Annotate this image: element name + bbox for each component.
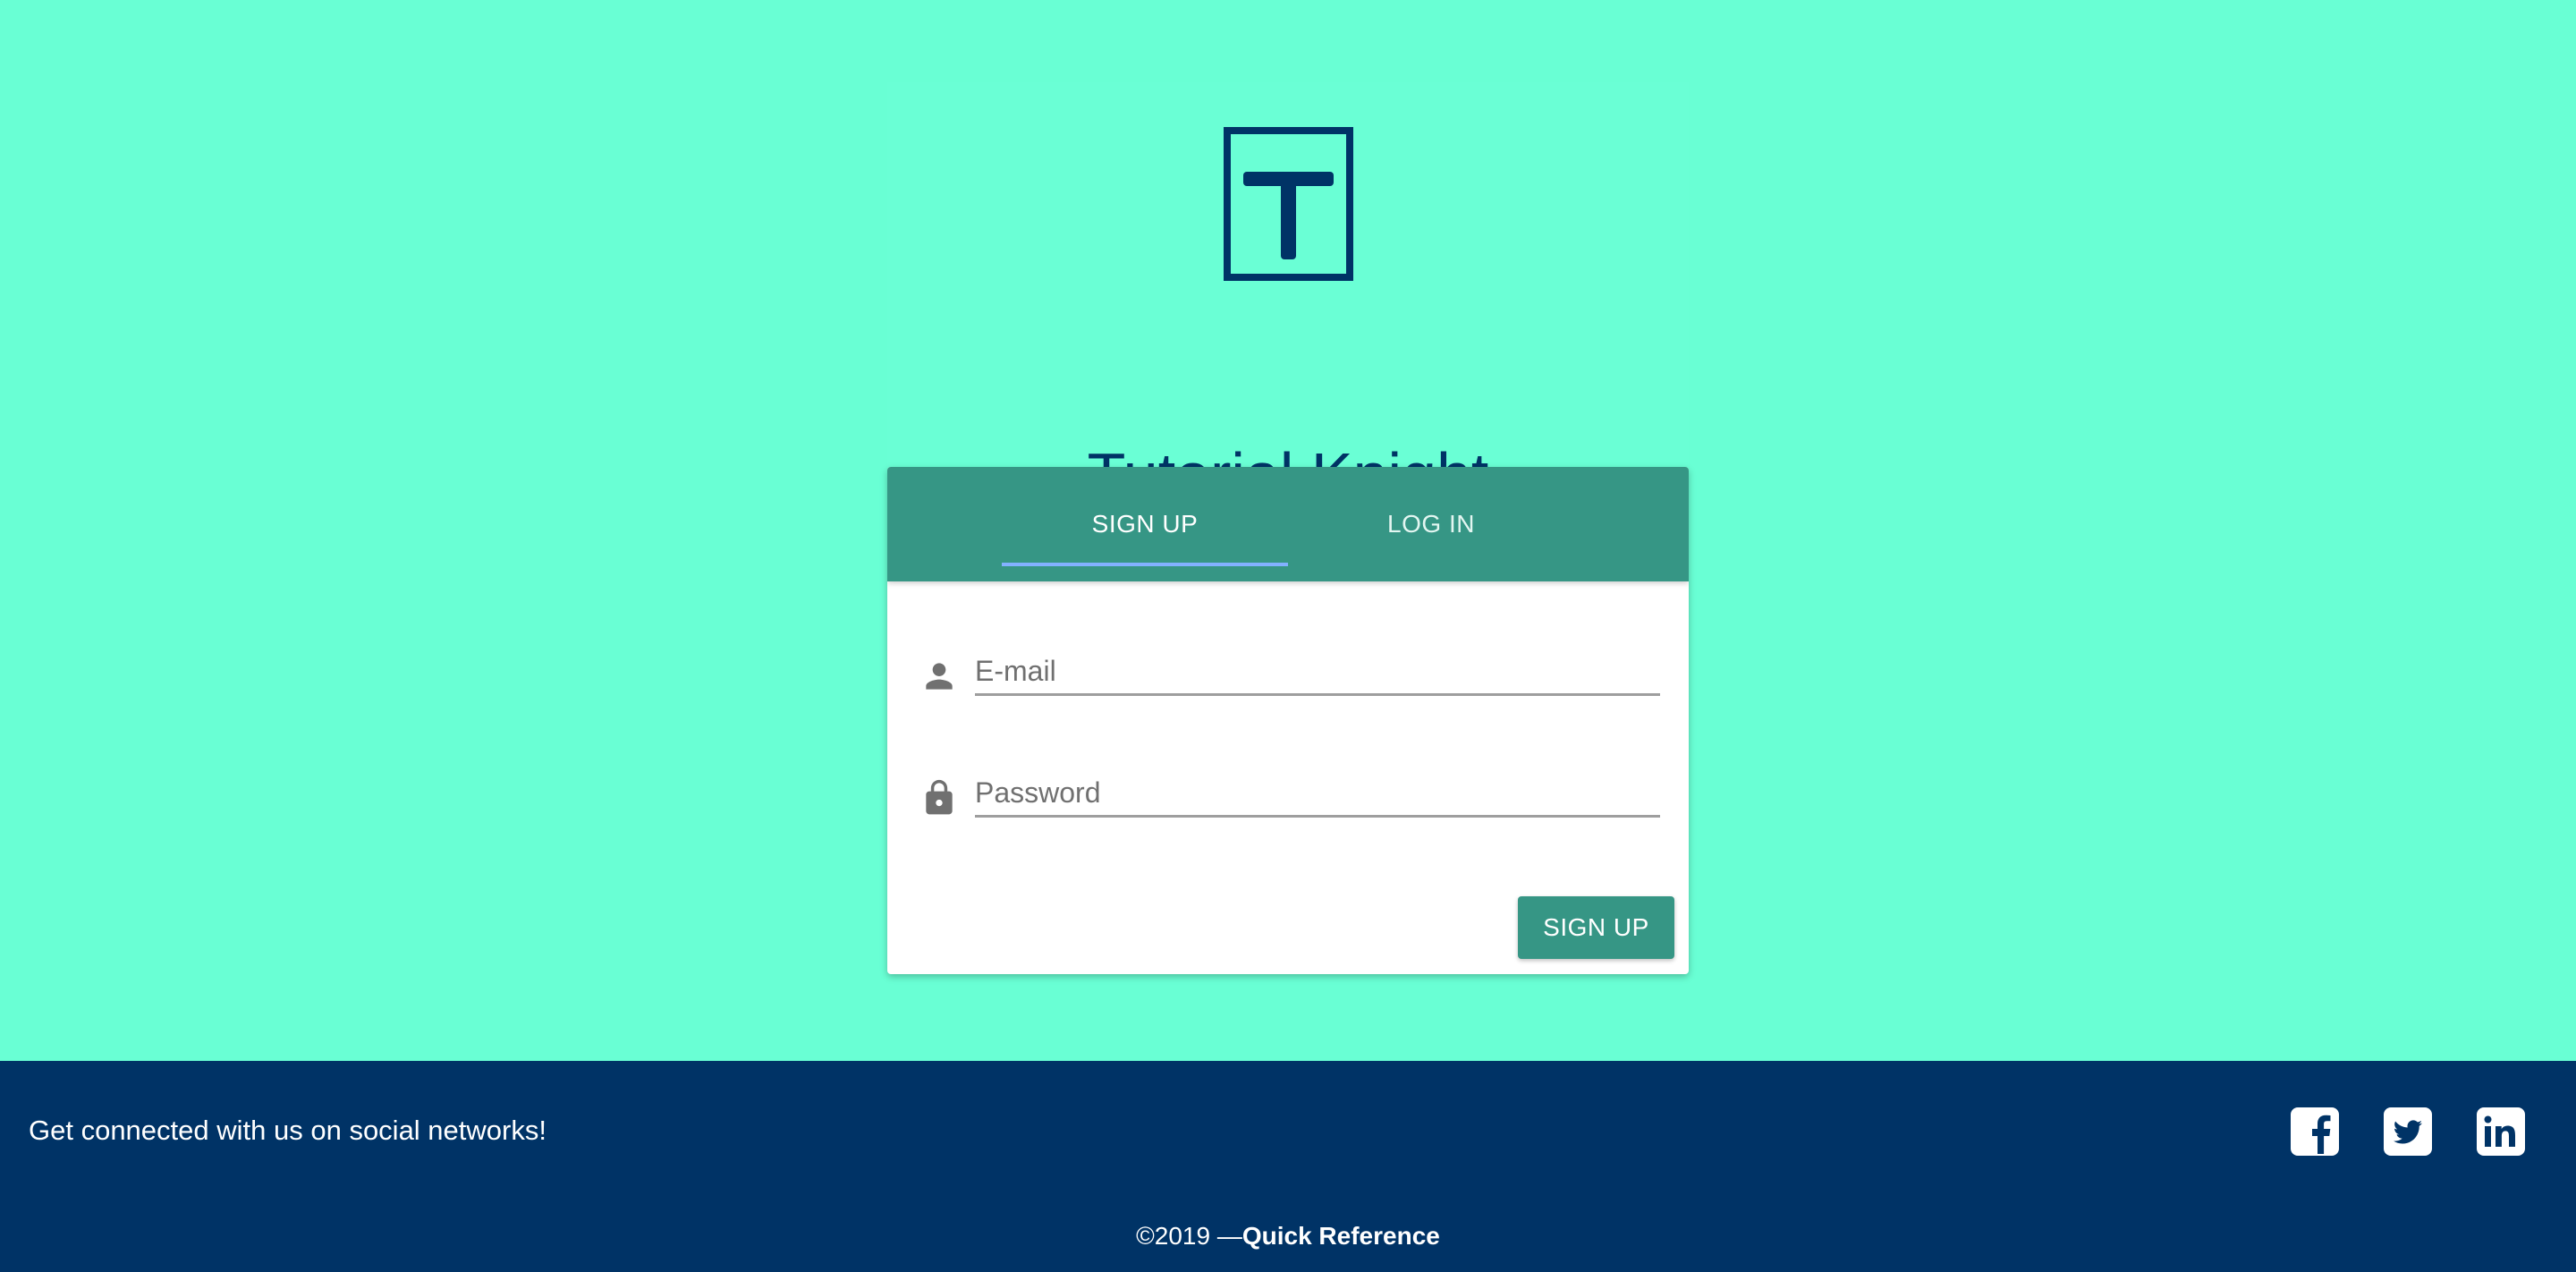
footer-tagline: Get connected with us on social networks… [29, 1115, 547, 1146]
person-icon [919, 657, 959, 696]
quick-reference-link[interactable]: Quick Reference [1242, 1222, 1440, 1250]
twitter-icon[interactable] [2381, 1105, 2435, 1158]
page-background: Tutorial Knight SIGN UP LOG IN SIGN U [0, 0, 2576, 1061]
brand-header: Tutorial Knight [887, 82, 1689, 506]
password-input[interactable] [975, 760, 1660, 818]
tab-log-in[interactable]: LOG IN [1288, 467, 1574, 581]
auth-tabs: SIGN UP LOG IN [887, 467, 1689, 581]
email-input[interactable] [975, 639, 1660, 696]
auth-card: SIGN UP LOG IN SIGN UP [887, 467, 1689, 974]
linkedin-icon[interactable] [2474, 1105, 2528, 1158]
email-field-group [919, 639, 1660, 710]
facebook-icon[interactable] [2288, 1105, 2342, 1158]
copyright: ©2019 —Quick Reference [0, 1224, 2576, 1249]
sign-up-button[interactable]: SIGN UP [1518, 896, 1674, 959]
t-logo-icon [1224, 127, 1353, 281]
copyright-text: ©2019 — [1136, 1222, 1242, 1250]
logo-t-stem [1281, 172, 1296, 259]
lock-icon [919, 778, 959, 818]
password-field-group [919, 760, 1660, 832]
active-tab-indicator [1002, 563, 1288, 566]
